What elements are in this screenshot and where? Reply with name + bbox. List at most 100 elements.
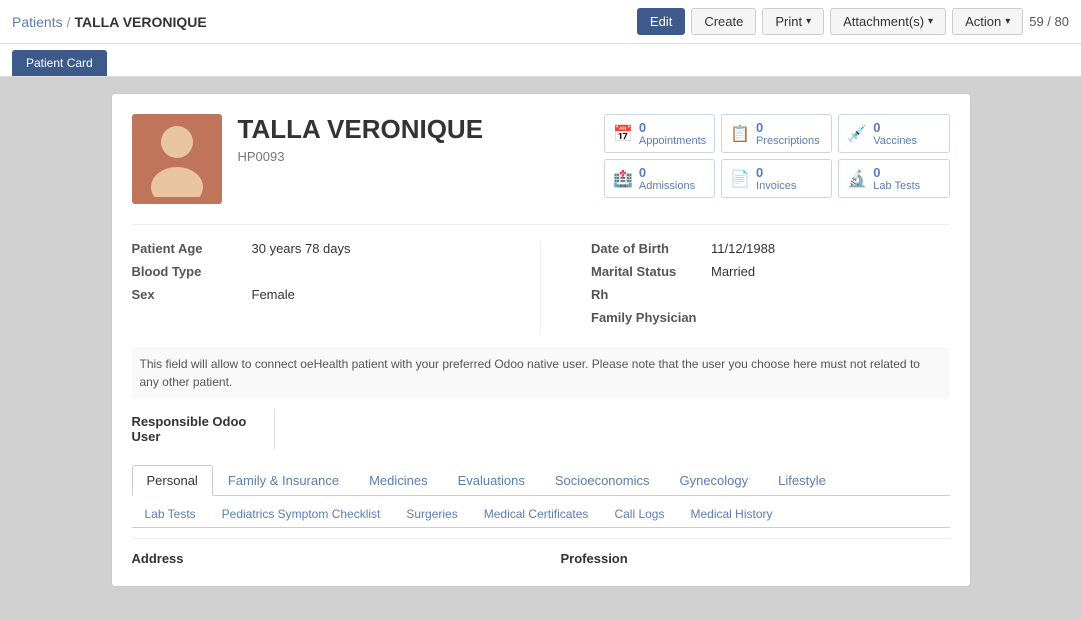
page-content: TALLA VERONIQUE HP0093 📅 0 Appointments …: [0, 77, 1081, 603]
stat-count-2: 0: [873, 120, 917, 135]
patient-card-tab[interactable]: Patient Card: [12, 50, 107, 76]
attachments-button[interactable]: Attachment(s): [830, 8, 946, 35]
tabs-row-2: Lab TestsPediatrics Symptom ChecklistSur…: [132, 500, 950, 528]
age-row: Patient Age 30 years 78 days: [132, 241, 491, 256]
stat-info-0: 0 Appointments: [639, 120, 706, 147]
info-col-right: Date of Birth 11/12/1988 Marital Status …: [591, 241, 950, 333]
stat-info-5: 0 Lab Tests: [873, 165, 920, 192]
toolbar: Edit Create Print Attachment(s) Action 5…: [637, 8, 1069, 35]
pagination: 59 / 80: [1029, 14, 1069, 29]
info-section: Patient Age 30 years 78 days Blood Type …: [132, 224, 950, 333]
stat-count-0: 0: [639, 120, 706, 135]
stat-label-0: Appointments: [639, 135, 706, 147]
tabs-container: PersonalFamily & InsuranceMedicinesEvalu…: [132, 465, 950, 528]
stat-icon-0: 📅: [613, 124, 633, 144]
breadcrumb-separator: /: [67, 14, 71, 30]
action-button[interactable]: Action: [952, 8, 1023, 35]
tab-gynecology[interactable]: Gynecology: [664, 465, 763, 495]
stat-count-4: 0: [756, 165, 796, 180]
breadcrumb-current: TALLA VERONIQUE: [74, 14, 206, 30]
stat-label-4: Invoices: [756, 180, 796, 192]
sex-label: Sex: [132, 287, 252, 302]
tab-lifestyle[interactable]: Lifestyle: [763, 465, 841, 495]
tab2-medical-history[interactable]: Medical History: [677, 500, 785, 527]
tab2-medical-certificates[interactable]: Medical Certificates: [471, 500, 602, 527]
stat-icon-4: 📄: [730, 169, 750, 189]
print-button[interactable]: Print: [762, 8, 824, 35]
topbar: Patients / TALLA VERONIQUE Edit Create P…: [0, 0, 1081, 44]
stat-label-1: Prescriptions: [756, 135, 820, 147]
physician-row: Family Physician: [591, 310, 950, 325]
responsible-label: Responsible OdooUser: [132, 414, 262, 444]
stat-icon-3: 🏥: [613, 169, 633, 189]
tab2-call-logs[interactable]: Call Logs: [601, 500, 677, 527]
tab2-lab-tests[interactable]: Lab Tests: [132, 500, 209, 527]
stat-count-5: 0: [873, 165, 920, 180]
create-button[interactable]: Create: [691, 8, 756, 35]
patient-header: TALLA VERONIQUE HP0093 📅 0 Appointments …: [132, 114, 950, 204]
stat-info-2: 0 Vaccines: [873, 120, 917, 147]
stat-cell-0[interactable]: 📅 0 Appointments: [604, 114, 715, 153]
tab-personal[interactable]: Personal: [132, 465, 213, 496]
stat-count-1: 0: [756, 120, 820, 135]
stat-info-4: 0 Invoices: [756, 165, 796, 192]
breadcrumb: Patients / TALLA VERONIQUE: [12, 14, 629, 30]
patient-name-block: TALLA VERONIQUE HP0093: [238, 114, 588, 164]
tab2-surgeries[interactable]: Surgeries: [393, 500, 470, 527]
tab-evaluations[interactable]: Evaluations: [443, 465, 540, 495]
tab-family-&-insurance[interactable]: Family & Insurance: [213, 465, 354, 495]
stat-label-3: Admissions: [639, 180, 695, 192]
avatar: [132, 114, 222, 204]
dob-label: Date of Birth: [591, 241, 711, 256]
edit-button[interactable]: Edit: [637, 8, 685, 35]
responsible-section: Responsible OdooUser: [132, 409, 950, 449]
marital-row: Marital Status Married: [591, 264, 950, 279]
breadcrumb-patients-link[interactable]: Patients: [12, 14, 63, 30]
profession-label: Profession: [561, 551, 628, 566]
stat-info-1: 0 Prescriptions: [756, 120, 820, 147]
stat-info-3: 0 Admissions: [639, 165, 695, 192]
age-label: Patient Age: [132, 241, 252, 256]
stat-icon-1: 📋: [730, 124, 750, 144]
patient-card: TALLA VERONIQUE HP0093 📅 0 Appointments …: [111, 93, 971, 587]
stat-icon-2: 💉: [847, 124, 867, 144]
age-value: 30 years 78 days: [252, 241, 351, 256]
dob-value: 11/12/1988: [711, 241, 775, 256]
dob-row: Date of Birth 11/12/1988: [591, 241, 950, 256]
blood-row: Blood Type: [132, 264, 491, 279]
tabs-row-1: PersonalFamily & InsuranceMedicinesEvalu…: [132, 465, 950, 496]
stats-grid: 📅 0 Appointments 📋 0 Prescriptions 💉 0 V…: [604, 114, 950, 198]
info-divider: [540, 241, 541, 333]
address-label: Address: [132, 551, 184, 566]
address-col: Address: [132, 551, 521, 566]
tab-medicines[interactable]: Medicines: [354, 465, 443, 495]
marital-label: Marital Status: [591, 264, 711, 279]
marital-value: Married: [711, 264, 755, 279]
stat-count-3: 0: [639, 165, 695, 180]
stat-icon-5: 🔬: [847, 169, 867, 189]
stat-cell-4[interactable]: 📄 0 Invoices: [721, 159, 832, 198]
stat-cell-1[interactable]: 📋 0 Prescriptions: [721, 114, 832, 153]
info-col-left: Patient Age 30 years 78 days Blood Type …: [132, 241, 491, 333]
sex-value: Female: [252, 287, 295, 302]
stat-cell-3[interactable]: 🏥 0 Admissions: [604, 159, 715, 198]
responsible-divider: [274, 409, 275, 449]
blood-label: Blood Type: [132, 264, 252, 279]
notice-text: This field will allow to connect oeHealt…: [132, 347, 950, 399]
stat-label-5: Lab Tests: [873, 180, 920, 192]
profession-col: Profession: [561, 551, 950, 566]
bottom-fields: Address Profession: [132, 538, 950, 566]
stat-label-2: Vaccines: [873, 135, 917, 147]
rh-label: Rh: [591, 287, 711, 302]
tab2-pediatrics-symptom-checklist[interactable]: Pediatrics Symptom Checklist: [209, 500, 394, 527]
stat-cell-5[interactable]: 🔬 0 Lab Tests: [838, 159, 949, 198]
outer-tab-bar: Patient Card: [0, 44, 1081, 77]
avatar-silhouette: [147, 122, 207, 197]
patient-id: HP0093: [238, 149, 588, 164]
stat-cell-2[interactable]: 💉 0 Vaccines: [838, 114, 949, 153]
sex-row: Sex Female: [132, 287, 491, 302]
tab-socioeconomics[interactable]: Socioeconomics: [540, 465, 665, 495]
patient-name: TALLA VERONIQUE: [238, 114, 588, 145]
physician-label: Family Physician: [591, 310, 711, 325]
rh-row: Rh: [591, 287, 950, 302]
